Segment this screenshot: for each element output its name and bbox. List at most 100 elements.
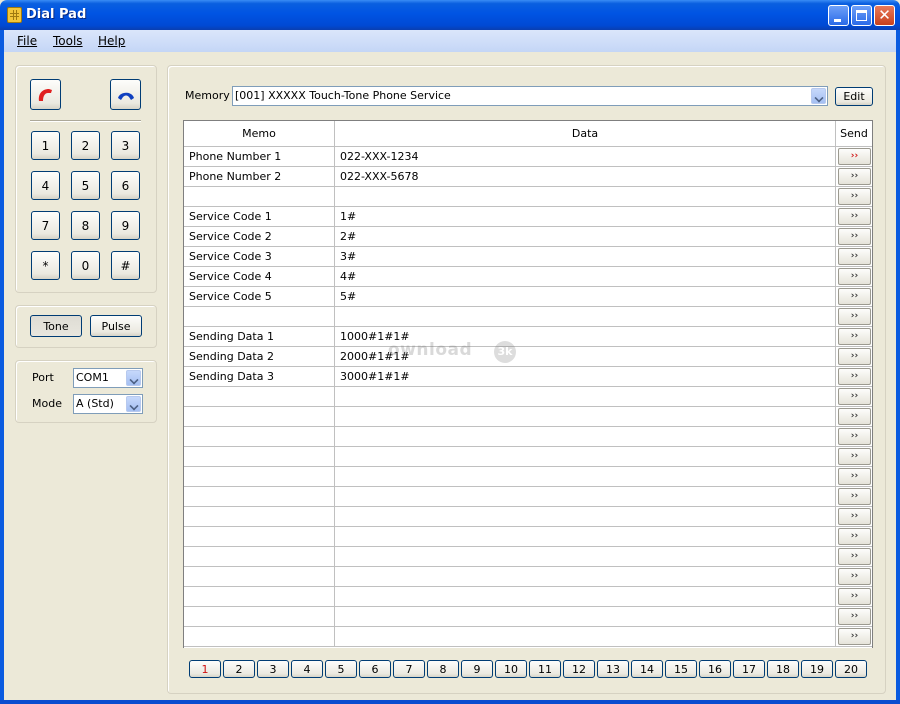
key-6[interactable]: 6 [111, 171, 140, 200]
memo-cell[interactable] [184, 447, 335, 466]
send-button[interactable]: ›› [838, 468, 871, 485]
on-hook-button[interactable] [110, 79, 141, 110]
memo-cell[interactable] [184, 627, 335, 646]
menu-help[interactable]: Help [98, 34, 125, 48]
data-cell[interactable]: 4# [335, 267, 836, 286]
memo-cell[interactable]: Service Code 3 [184, 247, 335, 266]
data-cell[interactable] [335, 187, 836, 206]
key-1[interactable]: 1 [31, 131, 60, 160]
page-button-5[interactable]: 5 [325, 660, 357, 678]
key-9[interactable]: 9 [111, 211, 140, 240]
maximize-button[interactable] [851, 5, 872, 26]
page-button-19[interactable]: 19 [801, 660, 833, 678]
pulse-button[interactable]: Pulse [90, 315, 142, 337]
minimize-button[interactable] [828, 5, 849, 26]
memo-cell[interactable]: Sending Data 1 [184, 327, 335, 346]
page-button-14[interactable]: 14 [631, 660, 663, 678]
memo-cell[interactable] [184, 527, 335, 546]
table-row[interactable]: Sending Data 3 3000#1#1# ›› [184, 367, 872, 387]
data-cell[interactable]: 1# [335, 207, 836, 226]
memo-cell[interactable]: Phone Number 1 [184, 147, 335, 166]
send-button[interactable]: ›› [838, 308, 871, 325]
off-hook-button[interactable] [30, 79, 61, 110]
table-row[interactable]: ›› [184, 187, 872, 207]
memo-cell[interactable]: Service Code 1 [184, 207, 335, 226]
data-cell[interactable]: 2# [335, 227, 836, 246]
data-cell[interactable] [335, 487, 836, 506]
memo-cell[interactable]: Service Code 4 [184, 267, 335, 286]
menu-tools[interactable]: Tools [53, 34, 83, 48]
memo-cell[interactable]: Service Code 5 [184, 287, 335, 306]
table-row[interactable]: Phone Number 1 022-XXX-1234 ›› [184, 147, 872, 167]
send-button[interactable]: ›› [838, 228, 871, 245]
send-button[interactable]: ›› [838, 328, 871, 345]
send-button[interactable]: ›› [838, 588, 871, 605]
memo-cell[interactable] [184, 307, 335, 326]
table-row[interactable]: ›› [184, 487, 872, 507]
memo-cell[interactable] [184, 407, 335, 426]
memo-cell[interactable]: Service Code 2 [184, 227, 335, 246]
key-8[interactable]: 8 [71, 211, 100, 240]
send-button[interactable]: ›› [838, 428, 871, 445]
send-button[interactable]: ›› [838, 608, 871, 625]
send-button[interactable]: ›› [838, 168, 871, 185]
send-button[interactable]: ›› [838, 148, 871, 165]
table-row[interactable]: ›› [184, 407, 872, 427]
table-row[interactable]: ›› [184, 387, 872, 407]
chevron-down-icon[interactable] [811, 88, 826, 104]
send-button[interactable]: ›› [838, 448, 871, 465]
data-cell[interactable] [335, 587, 836, 606]
page-button-20[interactable]: 20 [835, 660, 867, 678]
data-cell[interactable]: 022-XXX-1234 [335, 147, 836, 166]
table-row[interactable]: ›› [184, 567, 872, 587]
memo-cell[interactable] [184, 607, 335, 626]
table-row[interactable]: ›› [184, 587, 872, 607]
send-button[interactable]: ›› [838, 408, 871, 425]
send-button[interactable]: ›› [838, 208, 871, 225]
send-button[interactable]: ›› [838, 188, 871, 205]
key-0[interactable]: 0 [71, 251, 100, 280]
close-button[interactable]: ✕ [874, 5, 895, 26]
mode-select[interactable]: A (Std) [73, 394, 143, 414]
data-cell[interactable] [335, 567, 836, 586]
memo-cell[interactable] [184, 427, 335, 446]
table-row[interactable]: ›› [184, 467, 872, 487]
key-7[interactable]: 7 [31, 211, 60, 240]
data-cell[interactable] [335, 427, 836, 446]
title-bar[interactable]: Dial Pad ✕ [0, 0, 900, 30]
table-row[interactable]: Service Code 1 1# ›› [184, 207, 872, 227]
page-button-10[interactable]: 10 [495, 660, 527, 678]
page-button-17[interactable]: 17 [733, 660, 765, 678]
memory-select[interactable]: [001] XXXXX Touch-Tone Phone Service [232, 86, 828, 106]
page-button-2[interactable]: 2 [223, 660, 255, 678]
key-5[interactable]: 5 [71, 171, 100, 200]
data-cell[interactable] [335, 447, 836, 466]
page-button-11[interactable]: 11 [529, 660, 561, 678]
send-button[interactable]: ›› [838, 548, 871, 565]
send-button[interactable]: ›› [838, 348, 871, 365]
send-button[interactable]: ›› [838, 568, 871, 585]
table-row[interactable]: ›› [184, 547, 872, 567]
page-button-18[interactable]: 18 [767, 660, 799, 678]
send-button[interactable]: ›› [838, 268, 871, 285]
send-button[interactable]: ›› [838, 288, 871, 305]
table-row[interactable]: ›› [184, 427, 872, 447]
menu-file[interactable]: File [17, 34, 37, 48]
data-cell[interactable] [335, 527, 836, 546]
chevron-down-icon[interactable] [126, 396, 141, 412]
page-button-1[interactable]: 1 [189, 660, 221, 678]
page-button-6[interactable]: 6 [359, 660, 391, 678]
key-4[interactable]: 4 [31, 171, 60, 200]
page-button-9[interactable]: 9 [461, 660, 493, 678]
port-select[interactable]: COM1 [73, 368, 143, 388]
send-button[interactable]: ›› [838, 488, 871, 505]
memo-cell[interactable]: Sending Data 2 [184, 347, 335, 366]
page-button-3[interactable]: 3 [257, 660, 289, 678]
page-button-7[interactable]: 7 [393, 660, 425, 678]
page-button-4[interactable]: 4 [291, 660, 323, 678]
table-row[interactable]: ›› [184, 447, 872, 467]
data-cell[interactable] [335, 407, 836, 426]
data-cell[interactable]: 3# [335, 247, 836, 266]
memo-cell[interactable] [184, 547, 335, 566]
table-row[interactable]: ›› [184, 527, 872, 547]
